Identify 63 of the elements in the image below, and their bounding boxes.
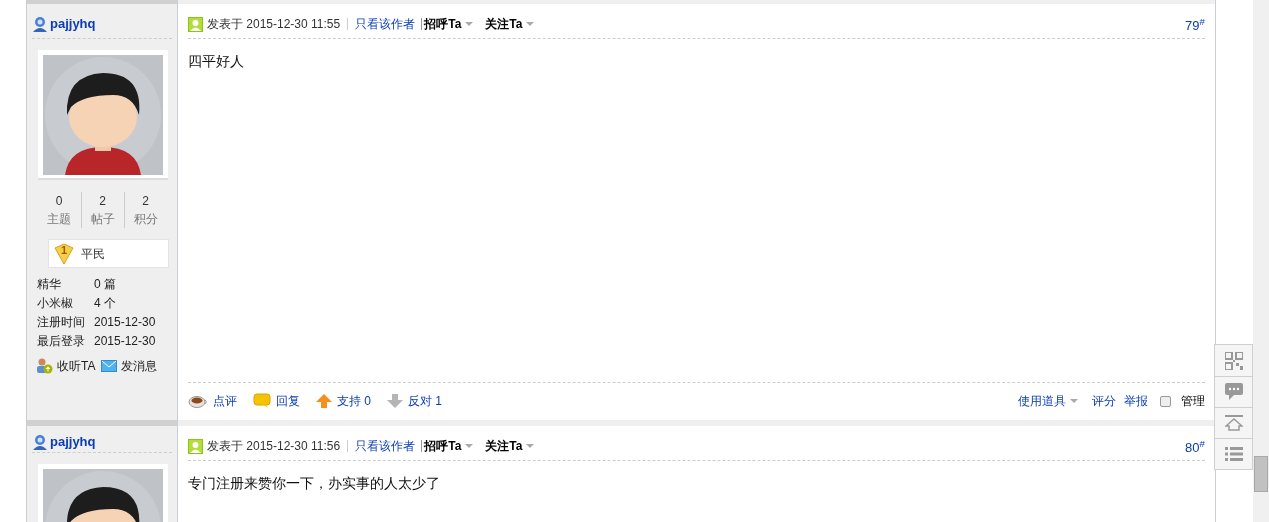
follow-button[interactable]: 关注Ta xyxy=(485,437,535,455)
post-action-link[interactable]: 回复 xyxy=(253,392,300,410)
post-date: 发表于 2015-12-30 11:55 xyxy=(207,16,341,33)
users-icon xyxy=(36,358,53,374)
caret-icon xyxy=(1070,399,1078,403)
scrollbar-thumb[interactable] xyxy=(1254,456,1268,492)
profile-label: 注册时间 xyxy=(37,313,86,331)
user-icon xyxy=(32,16,48,32)
speech-bubble-icon xyxy=(253,393,271,409)
user-action-link[interactable]: 发消息 xyxy=(121,357,158,375)
post-action-link[interactable]: 支持 0 xyxy=(316,392,371,410)
stat-value: 0 xyxy=(55,193,63,210)
profile-label: 最后登录 xyxy=(37,332,86,350)
author-link[interactable]: pajjyhq xyxy=(50,14,96,34)
user-action-link[interactable]: 收听TA xyxy=(57,357,96,375)
back-to-top-icon xyxy=(1224,415,1243,431)
up-arrow-icon xyxy=(316,394,332,408)
caret-icon xyxy=(526,22,535,26)
list-icon xyxy=(1224,447,1243,461)
post-content: 专门注册来赞你一下，办实事的人太少了 xyxy=(188,474,441,493)
follow-button[interactable]: 关注Ta xyxy=(485,15,535,33)
down-arrow-icon xyxy=(387,394,403,408)
post-content: 四平好人 xyxy=(188,52,245,71)
rate-link[interactable]: 评分 xyxy=(1092,392,1116,410)
greet-button[interactable]: 招呼Ta xyxy=(424,437,474,455)
envelope-icon xyxy=(101,360,118,372)
user-icon xyxy=(188,438,203,454)
medal-icon xyxy=(53,242,75,265)
stat-value: 2 xyxy=(142,193,149,210)
stat-label: 帖子 xyxy=(90,211,115,228)
post-action-link[interactable]: 点评 xyxy=(188,392,237,410)
profile-value: 2015-12-30 xyxy=(94,332,156,350)
caret-icon xyxy=(526,444,535,448)
profile-value: 4 个 xyxy=(94,294,116,312)
user-icon xyxy=(188,16,203,32)
caret-icon xyxy=(465,22,474,26)
post-action-link[interactable]: 反对 1 xyxy=(387,392,443,410)
tools-link[interactable]: 使用道具 xyxy=(1018,392,1078,410)
cup-icon xyxy=(188,394,208,408)
profile-value: 0 篇 xyxy=(94,275,116,293)
floor-number[interactable]: 79$^{#}$ xyxy=(1185,12,1205,36)
caret-icon xyxy=(465,444,474,448)
profile-label: 小米椒 xyxy=(37,294,74,312)
greet-button[interactable]: 招呼Ta xyxy=(424,15,474,33)
user-icon xyxy=(32,433,48,450)
report-link[interactable]: 举报 xyxy=(1124,392,1148,410)
stat-value: 2 xyxy=(99,193,106,210)
rank-title: 平民 xyxy=(81,245,105,263)
profile-label: 精华 xyxy=(37,275,62,293)
manage-label: 管理 xyxy=(1181,393,1205,410)
author-only-link[interactable]: 只看该作者 xyxy=(355,437,416,455)
profile-value: 2015-12-30 xyxy=(94,313,156,331)
qr-code-icon xyxy=(1224,351,1243,370)
author-link[interactable]: pajjyhq xyxy=(50,432,96,452)
scrollbar[interactable] xyxy=(1253,0,1269,522)
author-only-link[interactable]: 只看该作者 xyxy=(355,15,416,33)
rank-level: 1 xyxy=(60,243,68,259)
chat-icon xyxy=(1224,383,1243,401)
stat-label: 主题 xyxy=(47,211,71,228)
stat-label: 积分 xyxy=(133,211,158,228)
manage-checkbox[interactable] xyxy=(1160,395,1171,407)
floor-number[interactable]: 80$^{#}$ xyxy=(1185,434,1205,458)
post-date: 发表于 2015-12-30 11:56 xyxy=(207,438,341,455)
